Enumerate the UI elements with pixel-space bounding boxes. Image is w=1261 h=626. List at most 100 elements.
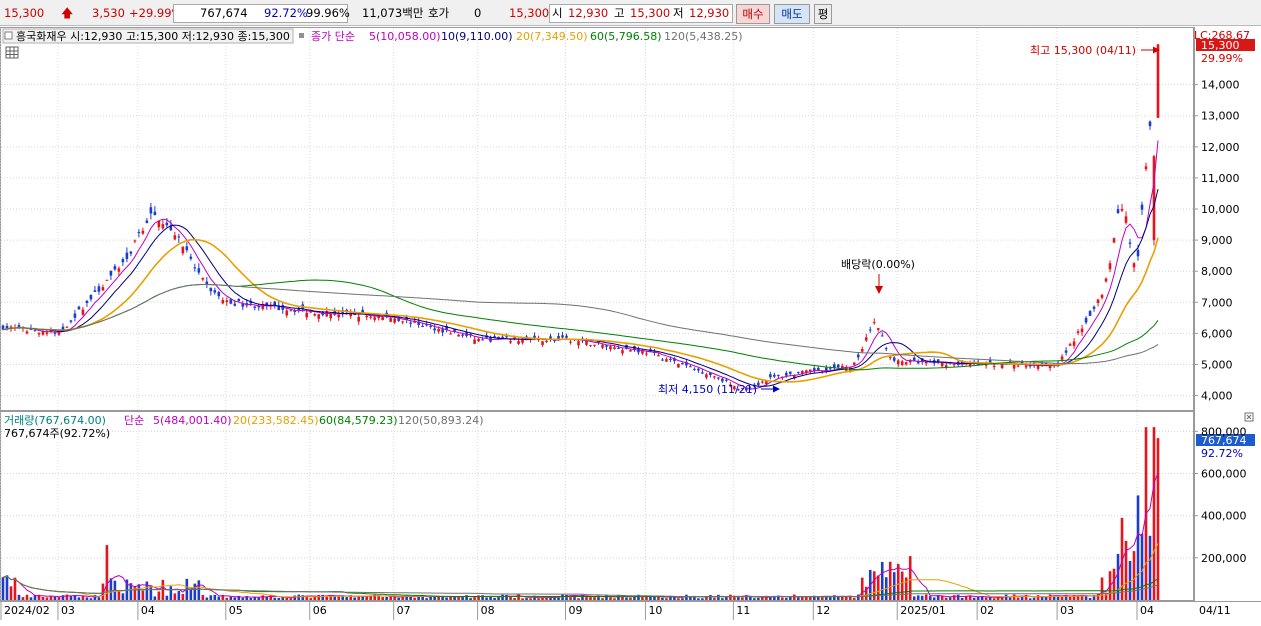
volume-bar: [25, 594, 29, 600]
candle: [105, 279, 109, 281]
ma-label-60: 60(5,796.58): [590, 30, 662, 43]
volume-panel: [0, 411, 1194, 601]
volume-bar: [261, 595, 265, 600]
volume-bar: [345, 597, 349, 600]
volume-bar: [69, 596, 73, 600]
volume-bar: [801, 597, 804, 600]
volume-bar: [924, 594, 928, 600]
volume-bar: [641, 597, 644, 600]
volume-bar: [181, 594, 185, 600]
volume-bar: [725, 596, 728, 600]
volume-bar: [653, 596, 656, 600]
volume-bar: [1036, 595, 1040, 600]
volume-bar: [1088, 598, 1092, 600]
low-value: 12,930: [689, 6, 730, 20]
x-axis-last-label: 04/11: [1199, 604, 1231, 617]
volume-bar: [984, 597, 988, 600]
volume-bar: [469, 598, 472, 600]
volume-bar: [285, 597, 289, 600]
volume-bar: [437, 596, 440, 600]
volume-bar: [193, 583, 197, 600]
sell-button[interactable]: 매도: [774, 4, 810, 24]
x-axis-label: 09: [569, 604, 583, 617]
volume-bar: [1028, 598, 1032, 600]
volume-bar: [281, 597, 285, 600]
volume-bar: [137, 584, 141, 600]
ma-bullet-icon: [299, 33, 304, 38]
price-tick-label: 11,000: [1201, 172, 1240, 185]
volume-bar: [457, 596, 460, 600]
volume-bar: [741, 597, 744, 600]
average-button[interactable]: 평: [814, 4, 832, 24]
volume-bar: [77, 597, 81, 600]
high-label: 고: [614, 6, 625, 20]
volume-bar: [473, 597, 476, 600]
volume-bar: [789, 596, 792, 600]
volume-bar: [613, 598, 616, 600]
volume-bar: [665, 598, 668, 600]
volume-bar: [493, 597, 496, 600]
volume-bar: [229, 596, 233, 600]
stock-chart[interactable]: 흥국화재우 시:12,930 고:15,300 저:12,930 종:15,30…: [0, 27, 1261, 623]
volume-bar: [797, 597, 800, 600]
low-annotation: 최저 4,150 (11/21): [658, 383, 757, 396]
price-tick-label: 14,000: [1201, 79, 1240, 92]
x-axis-label: 07: [397, 604, 411, 617]
volume-bar: [521, 598, 524, 600]
volume-bar: [649, 597, 652, 600]
collapse-icon[interactable]: [4, 31, 13, 40]
x-axis-label: 02: [980, 604, 994, 617]
volume-ratio: 92.72%: [264, 6, 308, 20]
volume-bar: [97, 597, 101, 600]
open-label: 시: [552, 6, 563, 20]
volume-bar: [729, 594, 732, 600]
volume-bar: [1016, 597, 1020, 600]
volume-bar: [1136, 495, 1140, 600]
volume-bar: [1132, 551, 1136, 600]
volume-bar: [697, 598, 700, 600]
ma-label-5: 5(10,058.00): [369, 30, 441, 43]
volume-bar: [525, 598, 528, 600]
volume-bar: [625, 597, 628, 600]
price-change: 3,530: [92, 6, 125, 20]
price-tick-label: 10,000: [1201, 203, 1240, 216]
volume-bar: [900, 571, 904, 600]
volume-bar: [377, 595, 380, 600]
current-price: 15,300: [4, 6, 45, 20]
volume-bar: [940, 596, 944, 600]
ma-label-120: 120(5,438.25): [664, 30, 743, 43]
volume-bar: [605, 594, 608, 600]
volume-bar: [757, 597, 760, 600]
x-axis-label: 03: [1060, 604, 1074, 617]
volume-bar: [601, 598, 604, 600]
volume-bar: [781, 597, 784, 600]
candle: [1112, 237, 1116, 244]
last-price-tag-text: 15,300: [1201, 39, 1240, 52]
price-tick-label: 8,000: [1201, 265, 1233, 278]
volume-bar: [149, 585, 153, 600]
volume-bar: [1148, 535, 1152, 600]
volume-bar: [57, 597, 61, 600]
volume-bar: [273, 597, 277, 600]
volume-bar: [445, 597, 448, 600]
hoga-label: 호가: [428, 6, 450, 20]
volume-bar: [241, 597, 245, 600]
buy-button[interactable]: 매수: [736, 4, 770, 24]
volume-bar: [1012, 594, 1016, 600]
price-tick-label: 5,000: [1201, 358, 1233, 371]
volume-bar: [381, 597, 384, 600]
x-axis-label: 10: [648, 604, 662, 617]
high-value: 15,300: [630, 6, 671, 20]
dividend-annotation: 배당락(0.00%): [841, 258, 915, 271]
volume-bar: [397, 597, 400, 600]
volume-bar: [677, 598, 680, 600]
volume-bar: [852, 598, 856, 600]
volume-bar: [253, 597, 257, 600]
volume-bar: [513, 597, 516, 600]
last-volume-pct: 92.72%: [1201, 447, 1243, 460]
table-icon[interactable]: [5, 46, 19, 59]
volume-bar: [549, 597, 552, 600]
volume-bar: [828, 597, 832, 600]
volume-bar: [509, 596, 512, 600]
x-axis-label: 2024/02: [4, 604, 50, 617]
